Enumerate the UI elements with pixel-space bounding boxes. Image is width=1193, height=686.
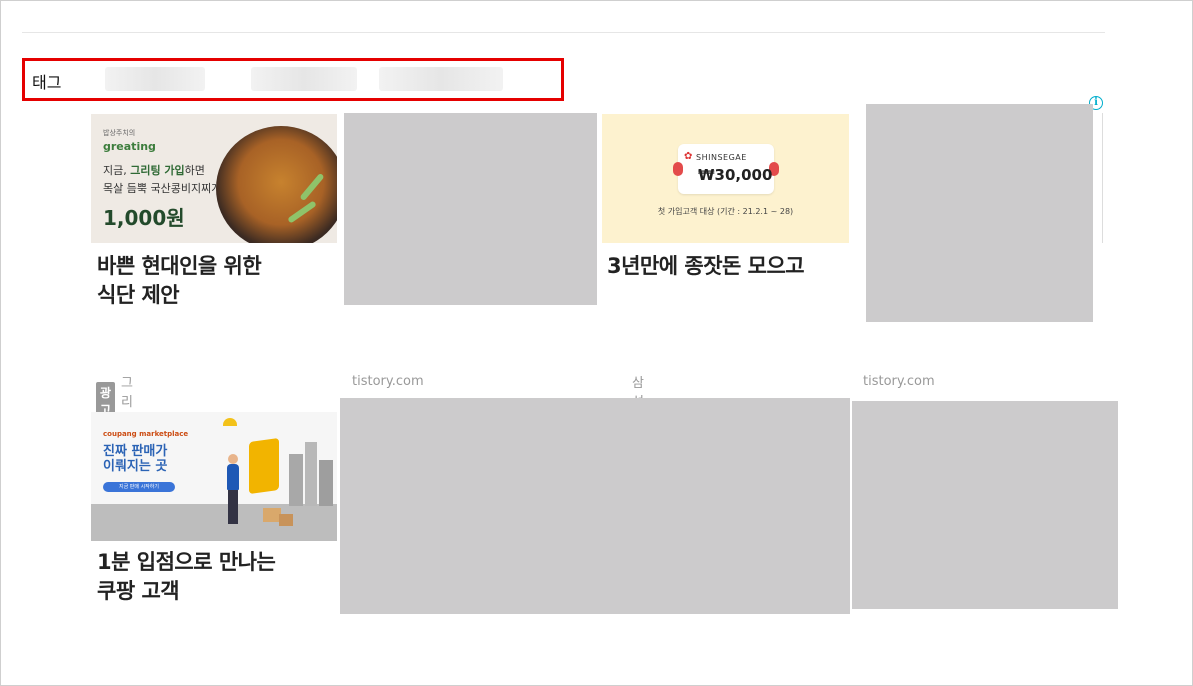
tag-section: 태그: [22, 58, 564, 101]
divider: [1102, 113, 1103, 243]
ad-image-text: 지금, 그리팅 가입하면: [103, 164, 205, 177]
ad-image-price: 1,000원: [103, 206, 185, 230]
person-image: [228, 454, 238, 464]
phone-image: [249, 437, 279, 495]
ad-title[interactable]: 1분 입점으로 만나는 쿠팡 고객: [97, 548, 337, 606]
ad-image-button: 지금 판매 시작하기: [103, 482, 175, 492]
divider: [22, 32, 1105, 33]
ad-title[interactable]: 바쁜 현대인을 위한 식단 제안: [97, 252, 337, 310]
ad-image-text: 밥상주치의: [103, 129, 136, 137]
ad-image-text: 첫 가입고객 대상 (기간 : 21.2.1 ~ 28): [657, 207, 794, 216]
tag-item-blurred[interactable]: [379, 67, 503, 91]
tag-label: 태그: [32, 73, 62, 92]
ad-image-headline: 진짜 판매가 이뤄지는 곳: [103, 444, 168, 474]
ad-image-text: 목살 듬뿍 국산콩비지찌개: [103, 182, 222, 195]
ad-image[interactable]: ✿ SHINSEGAE ₩30,000 첫 가입고객 대상 (기간 : 21.2…: [602, 114, 849, 243]
gift-card-image: ✿ SHINSEGAE ₩30,000: [673, 144, 779, 194]
ad-placeholder[interactable]: [866, 104, 1093, 322]
person-image: [228, 490, 238, 524]
ad-placeholder[interactable]: [344, 113, 597, 305]
building-shape: [289, 454, 303, 506]
ticket-notch: [673, 162, 683, 176]
parachute-icon: [223, 418, 237, 426]
ad-source-name: tistory.com: [863, 374, 935, 389]
ad-placeholder[interactable]: [340, 398, 850, 614]
building-shape: [319, 460, 333, 506]
ad-image-brand: coupang marketplace: [103, 430, 189, 438]
tag-item-blurred[interactable]: [251, 67, 357, 91]
floor-shape: [91, 504, 337, 541]
ad-image-brand: greating: [103, 140, 156, 153]
tag-item-blurred[interactable]: [105, 67, 205, 91]
flower-logo-icon: ✿: [684, 151, 693, 162]
ad-source[interactable]: tistory.com: [352, 374, 424, 389]
ad-image-brand: SHINSEGAE: [696, 153, 747, 162]
ad-image-amount: ₩30,000: [698, 166, 773, 184]
ad-image[interactable]: coupang marketplace 진짜 판매가 이뤄지는 곳 지금 판매 …: [91, 412, 337, 541]
building-shape: [305, 442, 317, 506]
ad-placeholder[interactable]: [852, 401, 1118, 609]
person-image: [227, 464, 239, 490]
ad-source[interactable]: tistory.com: [863, 374, 935, 389]
ad-image[interactable]: 밥상주치의 greating 지금, 그리팅 가입하면 목살 듬뿍 국산콩비지찌…: [91, 114, 337, 243]
ad-source-name: tistory.com: [352, 374, 424, 389]
ad-title[interactable]: 3년만에 종잣돈 모으고: [607, 252, 847, 281]
stew-bowl-image: [216, 126, 337, 243]
box-image: [279, 514, 293, 526]
